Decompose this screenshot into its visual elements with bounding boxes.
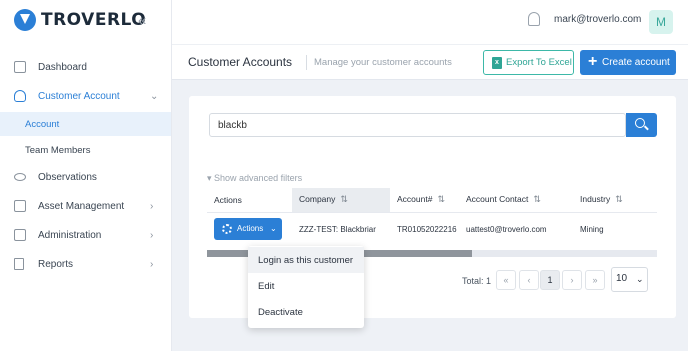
title-bar: Customer Accounts Manage your customer a… [172,44,688,80]
sidebar-item-observations[interactable]: Observations [0,164,171,190]
page-button-current[interactable]: 1 [540,270,560,290]
user-icon [14,90,26,102]
search-input[interactable] [209,113,626,137]
search-button[interactable] [626,113,657,137]
user-email[interactable]: mark@troverlo.com [554,14,641,25]
sidebar-item-customer-account[interactable]: Customer Account ⌄ [0,83,171,109]
prev-page-button[interactable]: ‹ [519,270,539,290]
first-page-button[interactable]: « [496,270,516,290]
excel-icon: x [492,57,502,69]
next-page-button[interactable]: › [562,270,582,290]
chart-icon [14,61,26,73]
create-label: Create account [602,57,670,68]
sort-icon: ⇅ [533,194,541,205]
eye-icon [14,173,26,181]
table-row: Actions ⌄ ZZZ-TEST: Blackbriar TR0105202… [207,212,657,247]
top-bar: mark@troverlo.com M [172,0,688,44]
accounts-table: Actions Company ⇅ Account# ⇅ Account Conta… [207,188,657,247]
divider [306,55,307,70]
logo-mark-icon [14,9,36,31]
brand-name: TROVERLO [41,10,147,30]
table-header-row: Actions Company ⇅ Account# ⇅ Account Conta… [207,188,657,213]
sidebar-item-label: Observations [38,171,97,183]
row-actions-button[interactable]: Actions ⌄ [214,217,282,240]
last-page-button[interactable]: » [585,270,605,290]
avatar[interactable]: M [649,10,673,34]
chevron-down-icon: ⌄ [270,224,277,234]
sort-icon: ⇅ [437,194,445,205]
sidebar-subitem-label: Account [25,118,60,130]
plus-icon: + [588,53,598,70]
chevron-right-icon: › [150,200,154,212]
per-page-value: 10 [616,273,628,284]
per-page-select[interactable]: 10 ⌄ [611,267,648,292]
column-header-industry[interactable]: Industry ⇅ [573,188,657,213]
advanced-filters-label: Show advanced filters [214,173,303,183]
sidebar-item-label: Dashboard [38,61,87,73]
sort-icon: ⇅ [340,194,348,205]
table-icon [14,229,26,241]
cell-account-contact: uattest0@troverlo.com [466,225,547,235]
menu-item-login-as-customer[interactable]: Login as this customer [248,247,364,273]
sidebar-subitem-account[interactable]: Account [0,112,171,136]
sidebar-item-administration[interactable]: Administration › [0,222,171,248]
page-subtitle: Manage your customer accounts [314,57,452,68]
cell-industry: Mining [580,225,604,235]
sidebar-item-label: Asset Management [38,200,125,212]
collapse-sidebar-icon[interactable]: « [138,12,146,29]
cell-account-number: TR01052022216 [397,225,457,235]
chevron-down-icon: ⌄ [150,90,159,102]
row-actions-menu: Login as this customer Edit Deactivate [248,246,364,328]
logo[interactable]: TROVERLO [14,9,146,31]
chevron-right-icon: › [150,258,154,270]
sidebar-subitem-team-members[interactable]: Team Members [0,138,171,162]
column-header-actions: Actions [207,188,292,213]
sidebar-item-dashboard[interactable]: Dashboard [0,54,171,80]
sidebar-item-label: Customer Account [38,90,120,102]
page-title: Customer Accounts [188,55,293,69]
cell-company: ZZZ-TEST: Blackbriar [299,225,376,235]
advanced-filters-toggle[interactable]: ▾ Show advanced filters [207,173,302,184]
column-header-account-contact[interactable]: Account Contact ⇅ [459,188,573,213]
sidebar-item-asset-management[interactable]: Asset Management › [0,193,171,219]
column-header-account-number[interactable]: Account# ⇅ [390,188,459,213]
create-account-button[interactable]: + Create account [580,50,676,75]
sidebar-item-label: Reports [38,258,74,270]
sort-icon: ⇅ [615,194,623,205]
export-to-excel-button[interactable]: x Export To Excel [483,50,574,75]
gear-icon [222,223,232,234]
document-icon [14,258,24,270]
sidebar-subitem-label: Team Members [25,144,91,156]
chevron-down-icon: ⌄ [636,274,644,284]
sidebar-item-reports[interactable]: Reports › [0,251,171,277]
menu-item-edit[interactable]: Edit [248,273,364,299]
edit-icon [14,200,26,212]
column-header-company[interactable]: Company ⇅ [292,188,390,213]
total-count: Total: 1 [462,276,492,286]
sidebar: TROVERLO « Dashboard Customer Account ⌄ … [0,0,172,351]
export-label: Export To Excel [506,57,572,68]
sidebar-item-label: Administration [38,229,102,241]
bell-icon[interactable] [528,12,540,26]
chevron-right-icon: › [150,229,154,241]
menu-item-deactivate[interactable]: Deactivate [248,299,364,325]
